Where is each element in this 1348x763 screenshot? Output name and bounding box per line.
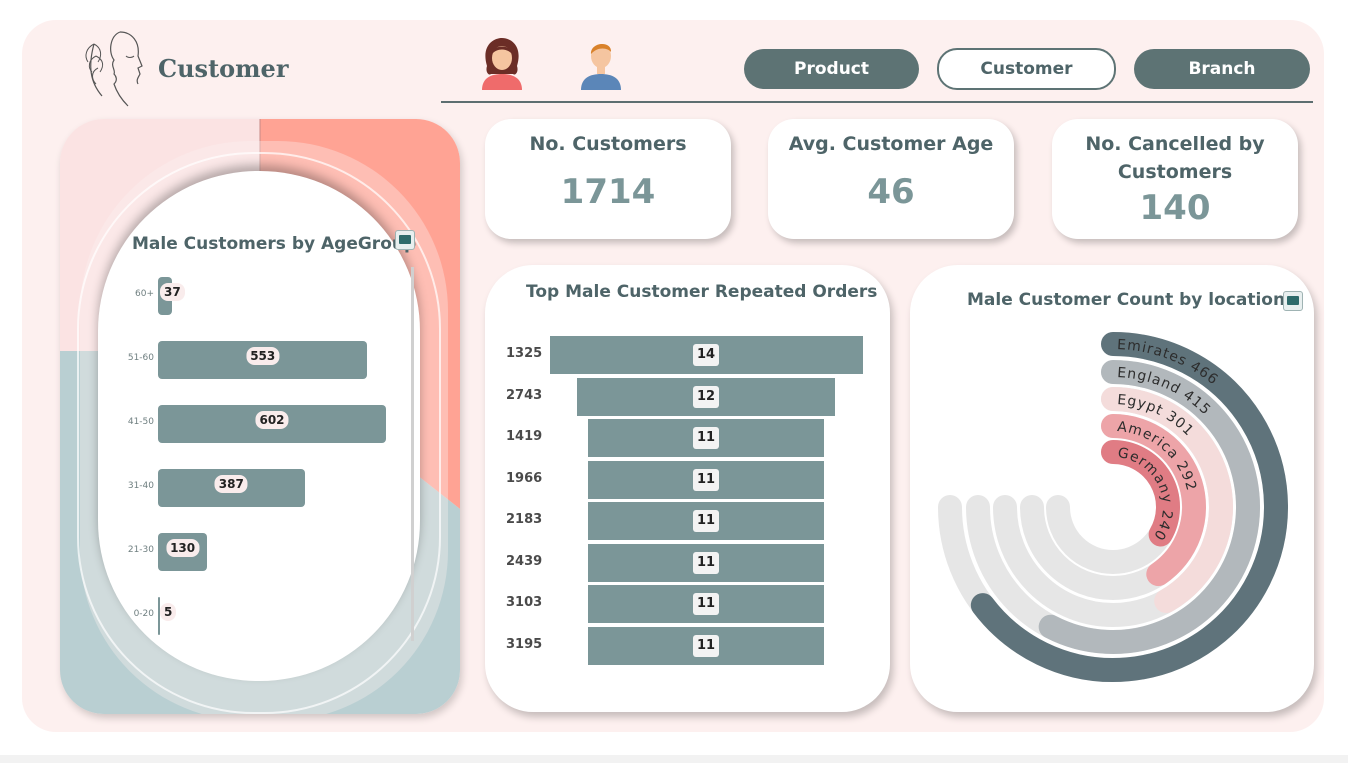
funnel-category-label: 1325 bbox=[506, 346, 543, 361]
funnel-data-label: 14 bbox=[693, 344, 719, 366]
age-data-label: 602 bbox=[255, 411, 289, 429]
kpi-title: No. Cancelled by Customers bbox=[1085, 133, 1265, 183]
age-tick-label: 21-30 bbox=[127, 545, 154, 555]
funnel-category-label: 1966 bbox=[506, 470, 543, 486]
female-customer-icon[interactable] bbox=[479, 36, 525, 90]
age-chart-scrollbar[interactable] bbox=[411, 267, 414, 641]
age-tick-label: 41-50 bbox=[127, 417, 154, 427]
page-footer-bar bbox=[0, 755, 1348, 763]
funnel-data-label: 11 bbox=[693, 427, 719, 449]
age-tick-label: 0-20 bbox=[133, 609, 154, 619]
age-data-label: 130 bbox=[166, 539, 200, 557]
funnel-category-label: 2183 bbox=[506, 512, 543, 527]
kpi-value: 140 bbox=[1139, 188, 1211, 228]
funnel-data-label: 11 bbox=[693, 510, 719, 532]
funnel-data-label: 11 bbox=[693, 468, 719, 491]
customer-nav-button[interactable]: Customer bbox=[937, 48, 1116, 90]
age-chart-title: Male Customers by AgeGroup bbox=[132, 234, 417, 254]
male-customer-icon[interactable] bbox=[578, 36, 624, 90]
branch-nav-button[interactable]: Branch bbox=[1134, 49, 1310, 89]
funnel-chart-title: Top Male Customer Repeated Orders bbox=[526, 282, 878, 302]
age-data-label: 387 bbox=[214, 475, 248, 493]
age-data-label: 553 bbox=[246, 347, 280, 365]
face-leaf-logo bbox=[85, 31, 143, 107]
page-title: Customer bbox=[158, 54, 289, 83]
funnel-data-label: 11 bbox=[693, 551, 719, 574]
age-tick-label: 31-40 bbox=[127, 481, 154, 491]
age-tick-label: 51-60 bbox=[127, 353, 154, 363]
header-divider bbox=[441, 101, 1313, 103]
funnel-category-label: 3195 bbox=[506, 636, 543, 652]
age-data-label: 5 bbox=[160, 603, 177, 621]
kpi-value: 1714 bbox=[560, 172, 656, 212]
age-data-label: 37 bbox=[160, 283, 185, 301]
funnel-category-label: 1419 bbox=[506, 429, 543, 444]
kpi-card-avg-age: Avg. Customer Age 46 bbox=[768, 119, 1014, 239]
funnel-data-label: 11 bbox=[693, 634, 719, 657]
funnel-data-label: 11 bbox=[693, 593, 719, 615]
kpi-title: Avg. Customer Age bbox=[788, 133, 994, 155]
age-tick-label: 60+ bbox=[135, 289, 154, 299]
kpi-card-customers: No. Customers 1714 bbox=[485, 119, 731, 239]
kpi-card-cancelled: No. Cancelled by Customers 140 bbox=[1052, 119, 1298, 239]
kpi-value: 46 bbox=[867, 172, 915, 212]
funnel-category-label: 2743 bbox=[506, 387, 543, 403]
funnel-category-label: 3103 bbox=[506, 595, 543, 610]
radial-bar-chart: Emirates 466England 415Egypt 301America … bbox=[938, 332, 1288, 682]
kpi-title: No. Customers bbox=[529, 133, 687, 155]
product-nav-button[interactable]: Product bbox=[744, 49, 919, 89]
document-icon[interactable] bbox=[395, 230, 415, 250]
funnel-data-label: 12 bbox=[693, 385, 719, 408]
funnel-category-label: 2439 bbox=[506, 553, 543, 569]
